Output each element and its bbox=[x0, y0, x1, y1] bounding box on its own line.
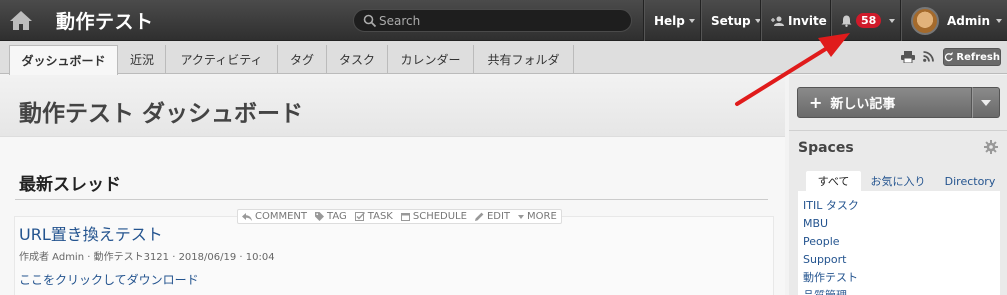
space-title[interactable]: 動作テスト bbox=[56, 7, 154, 34]
chevron-down-icon bbox=[518, 214, 525, 219]
chevron-down-icon bbox=[688, 19, 695, 23]
spaces-tab-favorites[interactable]: お気に入り bbox=[866, 171, 930, 191]
user-menu[interactable]: Admin bbox=[900, 0, 1007, 41]
edit-action[interactable]: EDIT bbox=[474, 211, 511, 222]
space-item-support[interactable]: Support bbox=[803, 251, 1000, 269]
thread-title-link[interactable]: URL置き換えテスト bbox=[19, 221, 163, 245]
tag-action-label: TAG bbox=[327, 211, 347, 222]
add-user-icon bbox=[771, 16, 784, 26]
thread-meta: 作成者 Admin · 動作テスト3121 · 2018/06/19 · 10:… bbox=[19, 252, 275, 263]
search-icon bbox=[363, 14, 377, 28]
section-title: 最新スレッド bbox=[19, 175, 121, 195]
help-menu[interactable]: Help bbox=[643, 0, 700, 41]
chevron-down-icon bbox=[996, 19, 1003, 23]
comment-action[interactable]: COMMENT bbox=[242, 211, 307, 222]
spaces-list: ITIL タスク MBU People Support 動作テスト 品質管理 bbox=[798, 191, 1000, 295]
schedule-action-label: SCHEDULE bbox=[412, 211, 467, 222]
edit-action-label: EDIT bbox=[486, 211, 511, 222]
space-item-mbu[interactable]: MBU bbox=[803, 215, 1000, 233]
help-menu-label: Help bbox=[654, 13, 685, 28]
avatar bbox=[911, 6, 939, 35]
chevron-down-icon bbox=[889, 19, 896, 23]
refresh-button[interactable]: Refresh bbox=[943, 48, 1001, 66]
divider bbox=[15, 199, 768, 200]
tab-tags[interactable]: タグ bbox=[278, 45, 327, 74]
tab-dashboard[interactable]: ダッシュボード bbox=[9, 45, 118, 75]
tab-calendar[interactable]: カレンダー bbox=[388, 45, 474, 74]
download-link[interactable]: ここをクリックしてダウンロード bbox=[19, 271, 199, 288]
thread-action-bar: COMMENT TAG TASK SCHEDULE EDIT MORE bbox=[237, 209, 562, 224]
tag-action[interactable]: TAG bbox=[315, 211, 347, 222]
space-item-itil[interactable]: ITIL タスク bbox=[803, 197, 1000, 215]
task-action[interactable]: TASK bbox=[354, 211, 393, 222]
reply-icon bbox=[242, 212, 252, 221]
tag-icon bbox=[315, 212, 325, 221]
tab-tasks[interactable]: タスク bbox=[327, 45, 388, 74]
spaces-tab-all[interactable]: すべて bbox=[806, 171, 861, 191]
comment-action-label: COMMENT bbox=[255, 211, 308, 222]
setup-menu[interactable]: Setup bbox=[700, 0, 761, 41]
space-item-dousa-test[interactable]: 動作テスト bbox=[803, 269, 1000, 287]
print-icon[interactable] bbox=[901, 51, 915, 63]
new-post-dropdown-button[interactable] bbox=[972, 87, 1000, 118]
notification-count-badge: 58 bbox=[856, 13, 882, 28]
tab-recent[interactable]: 近況 bbox=[119, 45, 166, 74]
refresh-label: Refresh bbox=[956, 51, 1000, 63]
schedule-action[interactable]: SCHEDULE bbox=[400, 211, 467, 222]
more-action[interactable]: MORE bbox=[518, 211, 557, 222]
calendar-icon bbox=[400, 213, 410, 221]
spaces-filter-tabs: すべて お気に入り Directory bbox=[798, 171, 1000, 191]
plus-icon: + bbox=[809, 93, 823, 112]
task-action-label: TASK bbox=[367, 211, 393, 222]
rss-icon[interactable] bbox=[923, 51, 934, 62]
spaces-tab-directory[interactable]: Directory bbox=[942, 171, 998, 191]
tab-shared-folder[interactable]: 共有フォルダ bbox=[474, 45, 574, 74]
chevron-down-icon bbox=[981, 99, 991, 106]
invite-label: Invite bbox=[788, 13, 827, 28]
more-action-label: MORE bbox=[527, 211, 557, 222]
refresh-icon bbox=[944, 52, 953, 62]
spaces-title: Spaces bbox=[798, 140, 854, 156]
search-box[interactable] bbox=[353, 9, 632, 32]
tab-activity[interactable]: アクティビティ bbox=[166, 45, 278, 74]
dashboard-tab-bar: ダッシュボード 近況 アクティビティ タグ タスク カレンダー 共有フォルダ bbox=[0, 41, 1007, 75]
space-item-quality[interactable]: 品質管理 bbox=[803, 287, 1000, 295]
user-name: Admin bbox=[947, 13, 991, 28]
page-title: 動作テスト ダッシュボード bbox=[19, 101, 304, 127]
new-post-label: 新しい記事 bbox=[830, 97, 896, 112]
home-icon[interactable] bbox=[9, 9, 33, 31]
invite-button[interactable]: Invite bbox=[760, 0, 830, 41]
bell-icon bbox=[841, 15, 852, 27]
pencil-icon bbox=[474, 212, 484, 221]
notifications-menu[interactable]: 58 bbox=[830, 0, 900, 41]
setup-menu-label: Setup bbox=[711, 13, 751, 28]
new-post-button[interactable]: + 新しい記事 bbox=[797, 87, 972, 118]
divider bbox=[789, 130, 1007, 131]
top-navigation-bar: 動作テスト Help Setup Invite 58 Admin bbox=[0, 0, 1007, 41]
checkbox-icon bbox=[354, 212, 365, 221]
search-input[interactable] bbox=[379, 12, 619, 29]
space-item-people[interactable]: People bbox=[803, 233, 1000, 251]
gear-icon[interactable] bbox=[984, 140, 998, 154]
